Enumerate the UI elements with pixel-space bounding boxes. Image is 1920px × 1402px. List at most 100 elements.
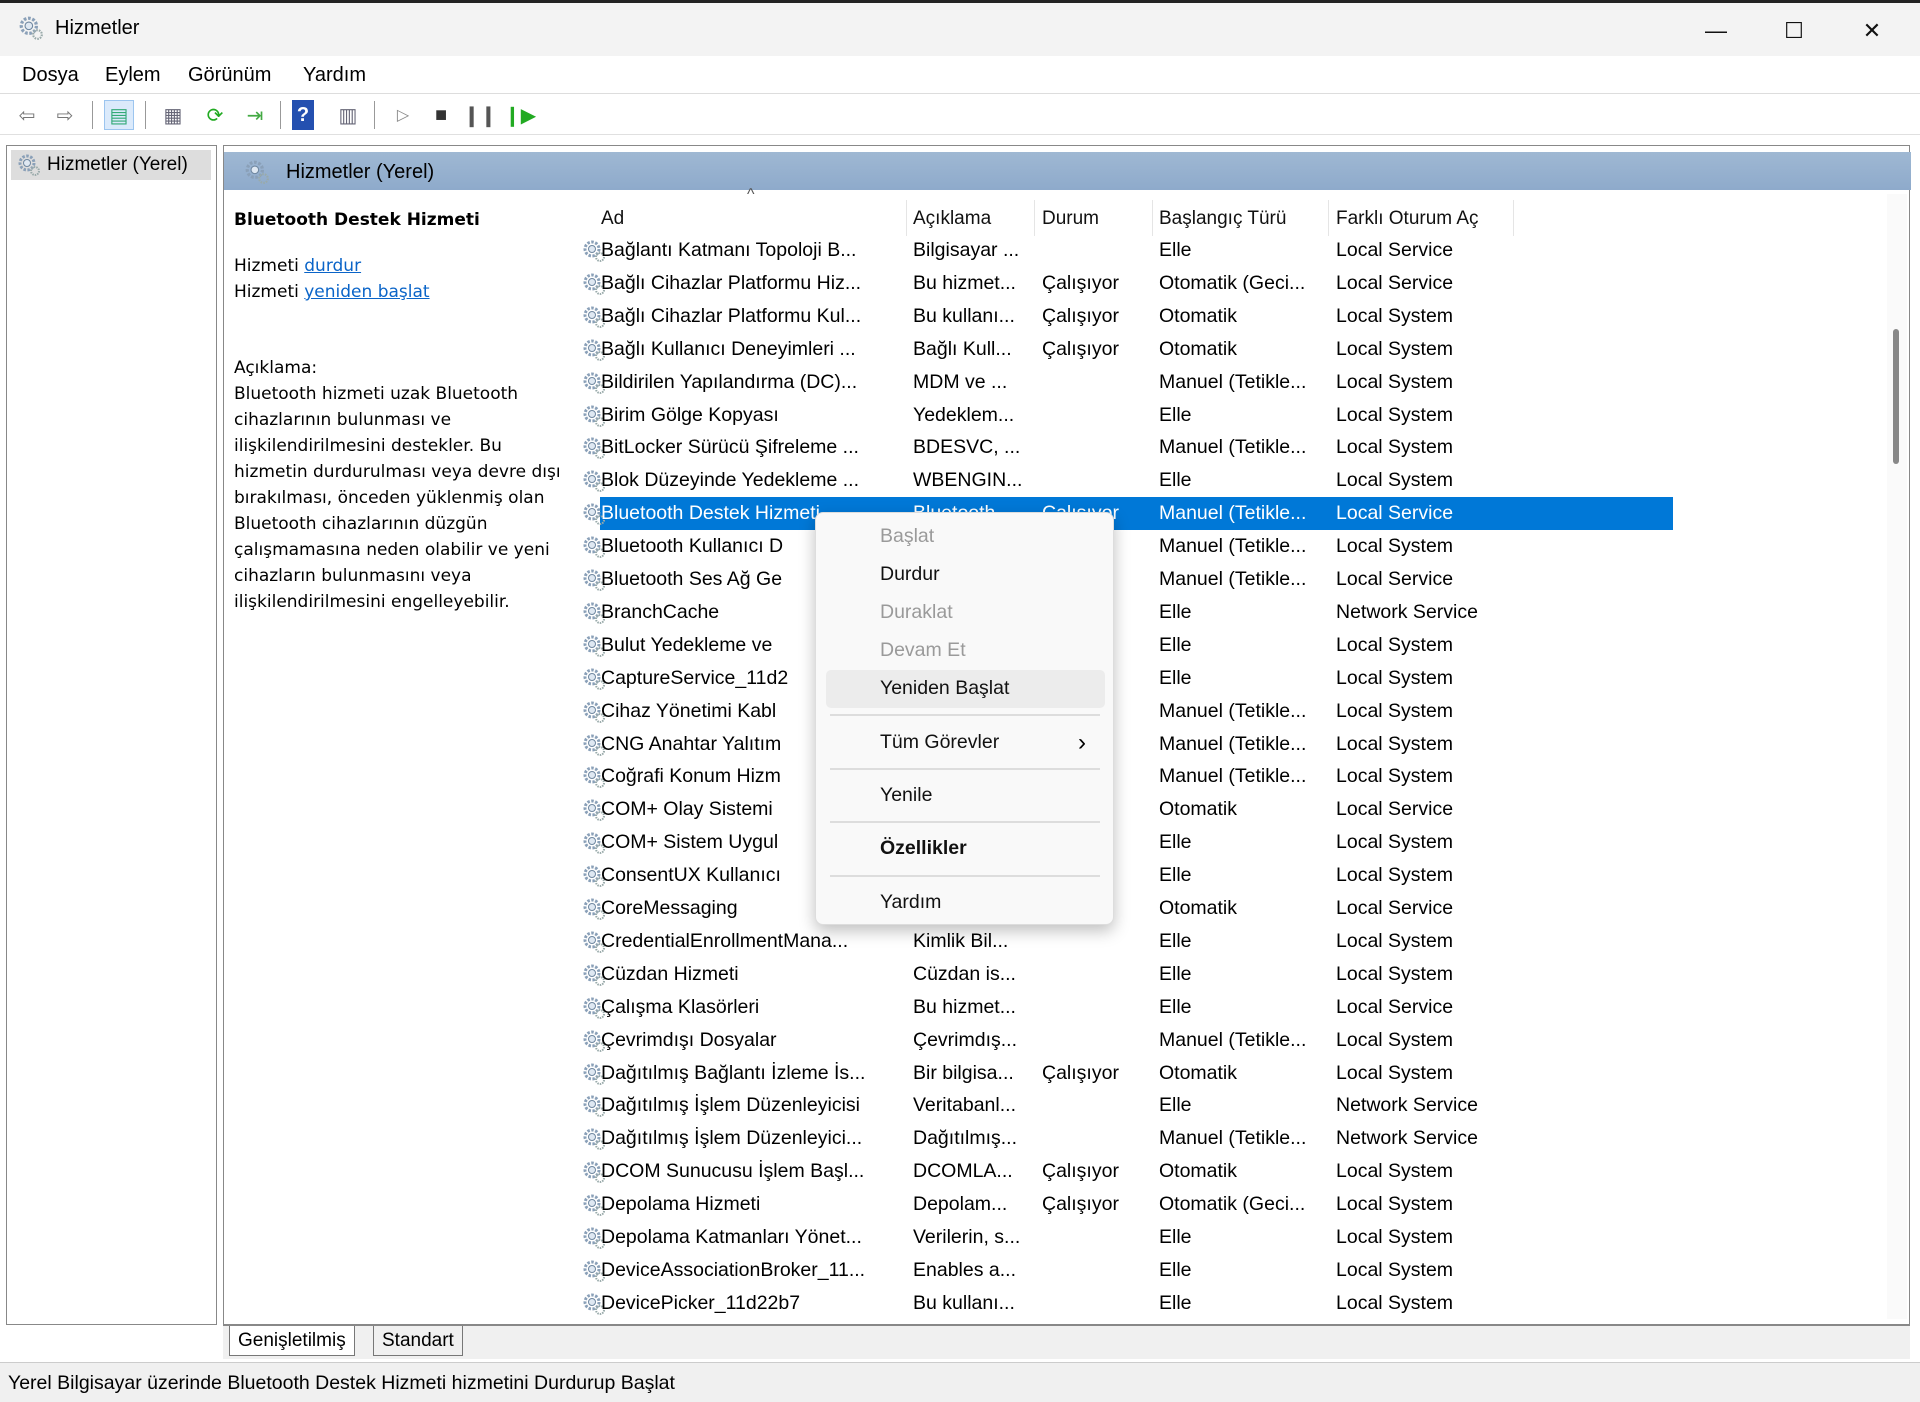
service-row[interactable]: CNG Anahtar Yalıtım Manuel (Tetikle... Loc… xyxy=(574,728,1674,761)
menu-item-yenile[interactable]: Yenile xyxy=(880,784,932,807)
menu-separator xyxy=(830,714,1100,716)
service-name: Depolama Katmanları Yönet... xyxy=(601,1226,862,1248)
startup-type: Otomatik xyxy=(1159,337,1238,360)
minimize-button[interactable]: — xyxy=(1686,11,1746,51)
status-bar: Yerel Bilgisayar üzerinde Bluetooth Dest… xyxy=(0,1362,1920,1402)
service-row[interactable]: Bulut Yedekleme ve Elle Local System xyxy=(574,629,1674,662)
menu-item-durdur[interactable]: Durdur xyxy=(880,563,940,586)
service-description: Bir bilgisa... xyxy=(913,1061,1014,1084)
stop-service-icon[interactable]: ■ xyxy=(426,100,456,130)
restart-service-link[interactable]: yeniden başlat xyxy=(304,282,429,302)
service-description: WBENGIN... xyxy=(913,469,1023,492)
startup-type: Otomatik xyxy=(1159,1160,1238,1183)
maximize-button[interactable]: ☐ xyxy=(1764,11,1824,51)
service-row[interactable]: BitLocker Sürücü Şifreleme ... BDESVC, ..… xyxy=(574,431,1674,464)
service-row[interactable]: Dağıtılmış Bağlantı İzleme İs... Bir bilg… xyxy=(574,1057,1674,1090)
export-list-icon[interactable]: ⇥ xyxy=(240,100,270,130)
tab-standart[interactable]: Standart xyxy=(373,1326,463,1356)
column-header[interactable]: Ad xyxy=(595,200,907,236)
service-row[interactable]: DevicePicker_11d22b7 Bu kullanı... Elle Loc… xyxy=(574,1287,1674,1320)
menu-gorunum[interactable]: Görünüm xyxy=(188,64,271,87)
close-button[interactable]: ✕ xyxy=(1842,11,1902,51)
menu-dosya[interactable]: Dosya xyxy=(22,64,79,87)
startup-type: Elle xyxy=(1159,1258,1192,1281)
service-row[interactable]: COM+ Sistem Uygul Elle Local System xyxy=(574,826,1674,859)
service-row[interactable]: Bağlı Kullanıcı Deneyimleri ... Bağlı Kul… xyxy=(574,333,1674,366)
menu-item-yardım[interactable]: Yardım xyxy=(880,891,941,914)
log-on-as: Local System xyxy=(1336,436,1454,459)
service-status: Çalışıyor xyxy=(1042,1193,1119,1216)
startup-type: Otomatik xyxy=(1159,1061,1238,1084)
properties-icon[interactable]: ▦ xyxy=(158,100,188,130)
service-row[interactable]: CaptureService_11d2 Elle Local System xyxy=(574,662,1674,695)
vertical-scrollbar[interactable] xyxy=(1887,194,1907,1319)
service-row[interactable]: Bağlı Cihazlar Platformu Hiz... Bu hizmet… xyxy=(574,267,1674,300)
menu-item-özellikler[interactable]: Özellikler xyxy=(880,837,967,860)
forward-icon[interactable]: ⇨ xyxy=(50,100,80,130)
startup-type: Elle xyxy=(1159,403,1192,426)
column-header[interactable]: Durum xyxy=(1036,200,1153,236)
pause-service-icon[interactable]: ❙❙ xyxy=(463,100,497,130)
service-row[interactable]: CredentialEnrollmentMana... Kimlik Bil...… xyxy=(574,925,1674,958)
stop-service-link[interactable]: durdur xyxy=(304,256,361,276)
menu-item-başlat[interactable]: Başlat xyxy=(880,525,934,548)
service-row[interactable]: DeviceAssociationBroker_11... Enables a..… xyxy=(574,1254,1674,1287)
resume-service-icon[interactable]: ❙▶ xyxy=(504,100,536,130)
action-pane-icon[interactable]: ▥ xyxy=(333,100,363,130)
menu-eylem[interactable]: Eylem xyxy=(105,64,161,87)
service-row[interactable]: DCOM Sunucusu İşlem Başl... DCOMLA... Çalı… xyxy=(574,1155,1674,1188)
log-on-as: Local System xyxy=(1336,469,1454,492)
startup-type: Elle xyxy=(1159,1094,1192,1117)
service-description: Depolam... xyxy=(913,1193,1008,1216)
service-row[interactable]: Cihaz Yönetimi Kabl Manuel (Tetikle... Loc… xyxy=(574,695,1674,728)
service-row[interactable]: Depolama Hizmeti Depolam... Çalışıyor Otoma… xyxy=(574,1188,1674,1221)
start-service-icon[interactable]: ▷ xyxy=(388,100,418,130)
service-row[interactable]: Birim Gölge Kopyası Yedeklem... Elle Local … xyxy=(574,399,1674,432)
back-icon[interactable]: ⇦ xyxy=(12,100,42,130)
column-header[interactable]: Başlangıç Türü xyxy=(1153,200,1329,236)
refresh-icon[interactable]: ⟳ xyxy=(200,100,230,130)
menu-item-tüm-görevler[interactable]: Tüm Görevler xyxy=(880,731,999,754)
service-row[interactable]: CoreMessaging Otomatik Local Service xyxy=(574,892,1674,925)
service-row[interactable]: Bildirilen Yapılandırma (DC)... MDM ve ..… xyxy=(574,366,1674,399)
log-on-as: Local Service xyxy=(1336,568,1454,590)
service-row[interactable]: Bağlantı Katmanı Topoloji B... Bilgisayar… xyxy=(574,234,1674,267)
service-row[interactable]: Bluetooth Ses Ağ Ge Manuel (Tetikle... Loc… xyxy=(574,563,1674,596)
service-row[interactable]: Bluetooth Kullanıcı D Manuel (Tetikle... L… xyxy=(574,530,1674,563)
menu-yardim[interactable]: Yardım xyxy=(303,64,366,87)
scrollbar-thumb[interactable] xyxy=(1893,329,1899,464)
tab-genisletilmis[interactable]: Genişletilmiş xyxy=(229,1326,355,1356)
tree-item-hizmetler-yerel[interactable]: Hizmetler (Yerel) xyxy=(11,150,211,180)
column-header[interactable]: Açıklama xyxy=(907,200,1035,236)
service-row[interactable]: ConsentUX Kullanıcı Elle Local System xyxy=(574,859,1674,892)
service-row[interactable]: Bağlı Cihazlar Platformu Kul... Bu kullan… xyxy=(574,300,1674,333)
column-header[interactable]: Farklı Oturum Aç xyxy=(1330,200,1514,236)
log-on-as: Local System xyxy=(1336,403,1454,426)
menu-item-devam-et[interactable]: Devam Et xyxy=(880,639,966,662)
pane-title: Hizmetler (Yerel) xyxy=(286,161,435,183)
service-row[interactable]: Çalışma Klasörleri Bu hizmet... Elle Local … xyxy=(574,991,1674,1024)
service-row[interactable]: Depolama Katmanları Yönet... Verilerin, s… xyxy=(574,1221,1674,1254)
service-row[interactable]: Çevrimdışı Dosyalar Çevrimdış... Manuel (T… xyxy=(574,1024,1674,1057)
chevron-right-icon: › xyxy=(1078,729,1086,756)
service-row[interactable]: Cüzdan Hizmeti Cüzdan is... Elle Local Syst… xyxy=(574,958,1674,991)
tree-item-label: Hizmetler (Yerel) xyxy=(47,154,188,175)
service-description: Çevrimdış... xyxy=(913,1028,1018,1051)
show-hide-tree-icon[interactable]: ▤ xyxy=(104,100,134,130)
menu-item-duraklat[interactable]: Duraklat xyxy=(880,601,953,624)
service-description: Bilgisayar ... xyxy=(913,239,1020,261)
service-description: Verilerin, s... xyxy=(913,1226,1021,1248)
service-row[interactable]: COM+ Olay Sistemi Otomatik Local Service xyxy=(574,793,1674,826)
service-row[interactable]: Bluetooth Destek HizmetiBluetooth...Çalı… xyxy=(574,497,1674,531)
help-icon[interactable]: ? xyxy=(292,100,314,130)
service-row[interactable]: Dağıtılmış İşlem Düzenleyici... Dağıtılmı… xyxy=(574,1122,1674,1155)
service-row[interactable]: Coğrafi Konum Hizm Manuel (Tetikle... Loca… xyxy=(574,760,1674,793)
status-text: Yerel Bilgisayar üzerinde Bluetooth Dest… xyxy=(8,1372,675,1394)
log-on-as: Local System xyxy=(1336,633,1454,656)
service-row[interactable]: Dağıtılmış İşlem Düzenleyicisi Veritabanl… xyxy=(574,1089,1674,1122)
service-row[interactable]: Blok Düzeyinde Yedekleme ... WBENGIN... El… xyxy=(574,464,1674,497)
service-row[interactable]: BranchCache Elle Network Service xyxy=(574,596,1674,629)
menu-item-yeniden-başlat[interactable]: Yeniden Başlat xyxy=(880,677,1009,700)
log-on-as: Local System xyxy=(1336,1061,1454,1084)
service-name: Dağıtılmış İşlem Düzenleyici... xyxy=(601,1127,863,1150)
